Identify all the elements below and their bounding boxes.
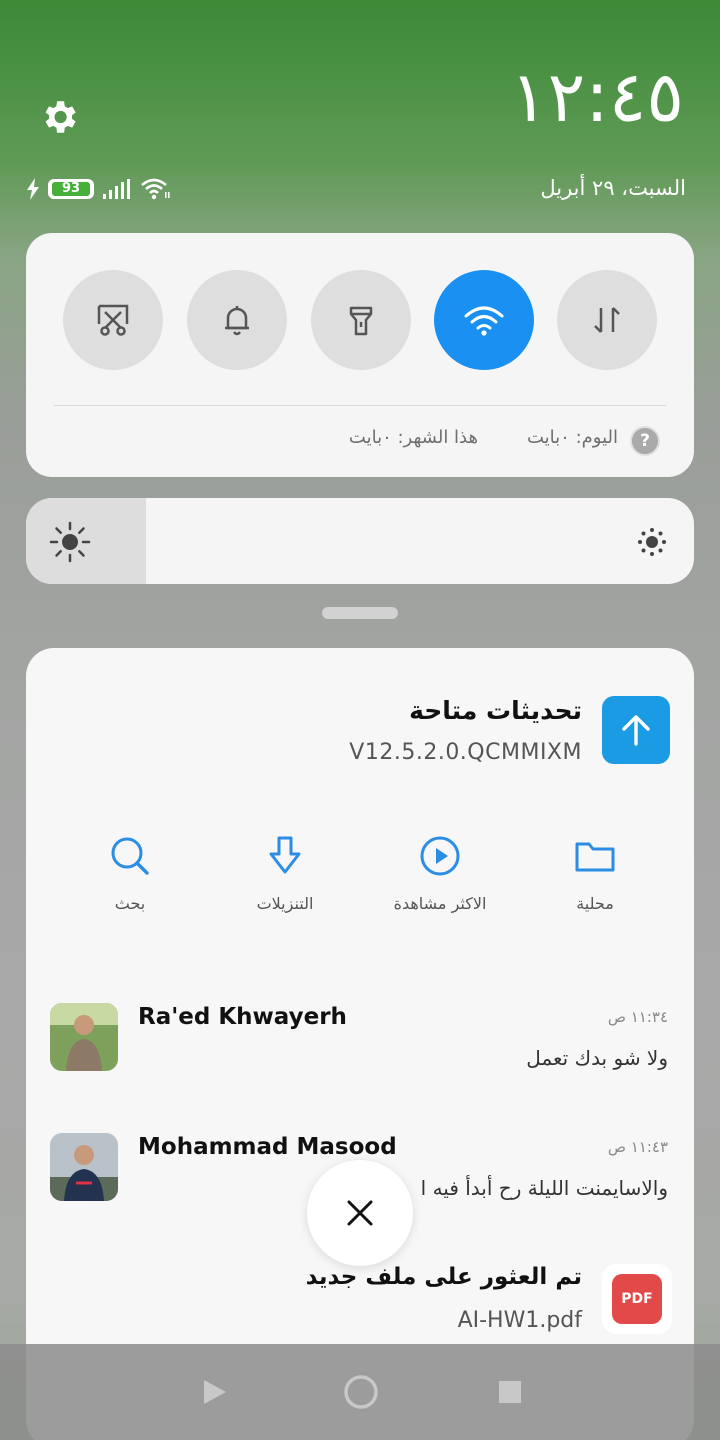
- play-circle-icon: [420, 836, 460, 876]
- clear-notifications-button[interactable]: [307, 1160, 413, 1266]
- close-icon: [347, 1200, 373, 1226]
- action-downloads[interactable]: التنزيلات: [210, 832, 360, 913]
- help-icon[interactable]: ?: [630, 426, 660, 456]
- divider: [54, 405, 666, 406]
- update-version: V12.5.2.0.QCMMIXM: [349, 740, 582, 765]
- recents-square-icon: [499, 1381, 521, 1403]
- pdf-badge: PDF: [612, 1274, 662, 1324]
- avatar[interactable]: [50, 1133, 118, 1201]
- toggle-mobile-data[interactable]: [557, 270, 657, 370]
- quick-settings-panel: ? اليوم: ٠بايت هذا الشهر: ٠بايت: [26, 233, 694, 477]
- pdf-file-icon[interactable]: PDF: [602, 1264, 672, 1334]
- file-found-title[interactable]: تم العثور على ملف جديد: [306, 1264, 582, 1290]
- action-search[interactable]: بحث: [55, 832, 205, 913]
- message-text[interactable]: والاسايمنت الليلة رح أبدأ فيه ا: [421, 1176, 668, 1200]
- update-app-icon[interactable]: [602, 696, 670, 764]
- bell-icon: [225, 306, 249, 336]
- avatar-photo: [50, 1133, 118, 1201]
- avatar-photo: [50, 1003, 118, 1071]
- wifi-status-icon: [141, 178, 170, 200]
- avatar[interactable]: [50, 1003, 118, 1071]
- message-sender: Ra'ed Khwayerh: [138, 1004, 347, 1030]
- flashlight-icon: [349, 306, 373, 336]
- gear-icon[interactable]: [38, 96, 80, 138]
- data-transfer-icon: [594, 307, 620, 333]
- arrow-up-icon: [622, 715, 650, 746]
- wifi-icon: [464, 306, 504, 336]
- notification-panel: تحديثات متاحة V12.5.2.0.QCMMIXM محلية ال…: [26, 648, 694, 1440]
- toggle-screenshot[interactable]: [63, 270, 163, 370]
- navigation-bar: [0, 1344, 720, 1440]
- search-icon: [111, 837, 149, 875]
- folder-icon: [575, 842, 615, 872]
- action-label: محلية: [576, 894, 614, 913]
- toggle-wifi[interactable]: [434, 270, 534, 370]
- play-back-icon: [204, 1380, 226, 1404]
- battery-indicator: 93: [48, 179, 94, 199]
- action-label: بحث: [114, 894, 146, 913]
- signal-icon: [103, 179, 130, 199]
- recents-button[interactable]: [486, 1368, 534, 1416]
- panel-drag-handle[interactable]: [322, 607, 398, 619]
- home-button[interactable]: [337, 1368, 385, 1416]
- clock-time: ١٢:٤٥: [510, 56, 684, 138]
- back-button[interactable]: [190, 1368, 238, 1416]
- file-name: AI-HW1.pdf: [457, 1308, 582, 1333]
- action-label: الاكثر مشاهدة: [393, 894, 487, 913]
- message-text[interactable]: ولا شو بدك تعمل: [526, 1046, 668, 1070]
- action-local[interactable]: محلية: [520, 832, 670, 913]
- action-most-watched[interactable]: الاكثر مشاهدة: [365, 832, 515, 913]
- brightness-high-icon: [49, 521, 91, 563]
- battery-level: 93: [52, 182, 90, 196]
- message-time: ١١:٤٣ ص: [607, 1138, 668, 1156]
- toggle-sound[interactable]: [187, 270, 287, 370]
- home-circle-icon: [344, 1375, 378, 1409]
- usage-month: هذا الشهر: ٠بايت: [348, 427, 478, 448]
- status-icons: 93: [26, 176, 170, 202]
- date-label: السبت، ٢٩ أبريل: [540, 176, 686, 200]
- message-sender: Mohammad Masood: [138, 1134, 397, 1160]
- brightness-slider[interactable]: [26, 498, 694, 584]
- message-time: ١١:٣٤ ص: [607, 1008, 668, 1026]
- charging-icon: [27, 178, 39, 200]
- toggle-flashlight[interactable]: [311, 270, 411, 370]
- action-label: التنزيلات: [256, 894, 314, 913]
- update-title[interactable]: تحديثات متاحة: [409, 696, 582, 725]
- brightness-low-icon: [638, 528, 666, 556]
- usage-today: اليوم: ٠بايت: [526, 427, 618, 448]
- screenshot-icon: [97, 304, 129, 336]
- download-icon: [269, 836, 301, 874]
